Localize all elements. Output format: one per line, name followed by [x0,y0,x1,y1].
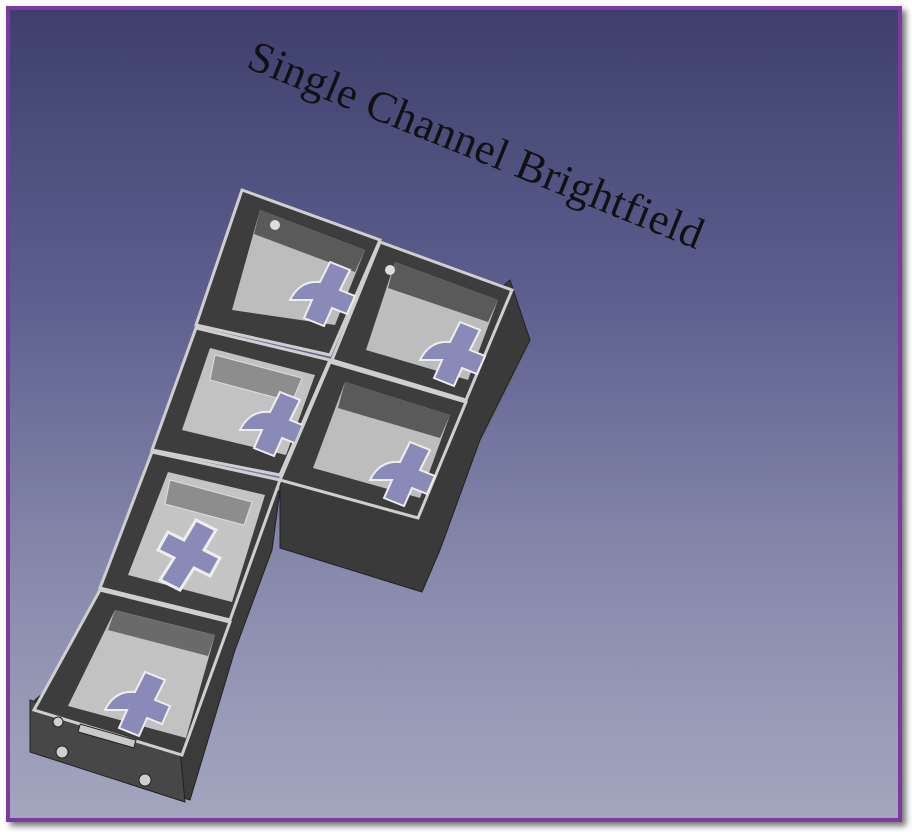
cad-render-frame: Single Channel Brightfield [0,0,912,832]
3d-viewport[interactable]: Single Channel Brightfield [6,6,902,822]
mounting-hole [55,745,69,759]
cube-assembly-model [29,188,531,803]
mounting-hole [52,716,64,728]
mounting-hole [138,773,152,787]
